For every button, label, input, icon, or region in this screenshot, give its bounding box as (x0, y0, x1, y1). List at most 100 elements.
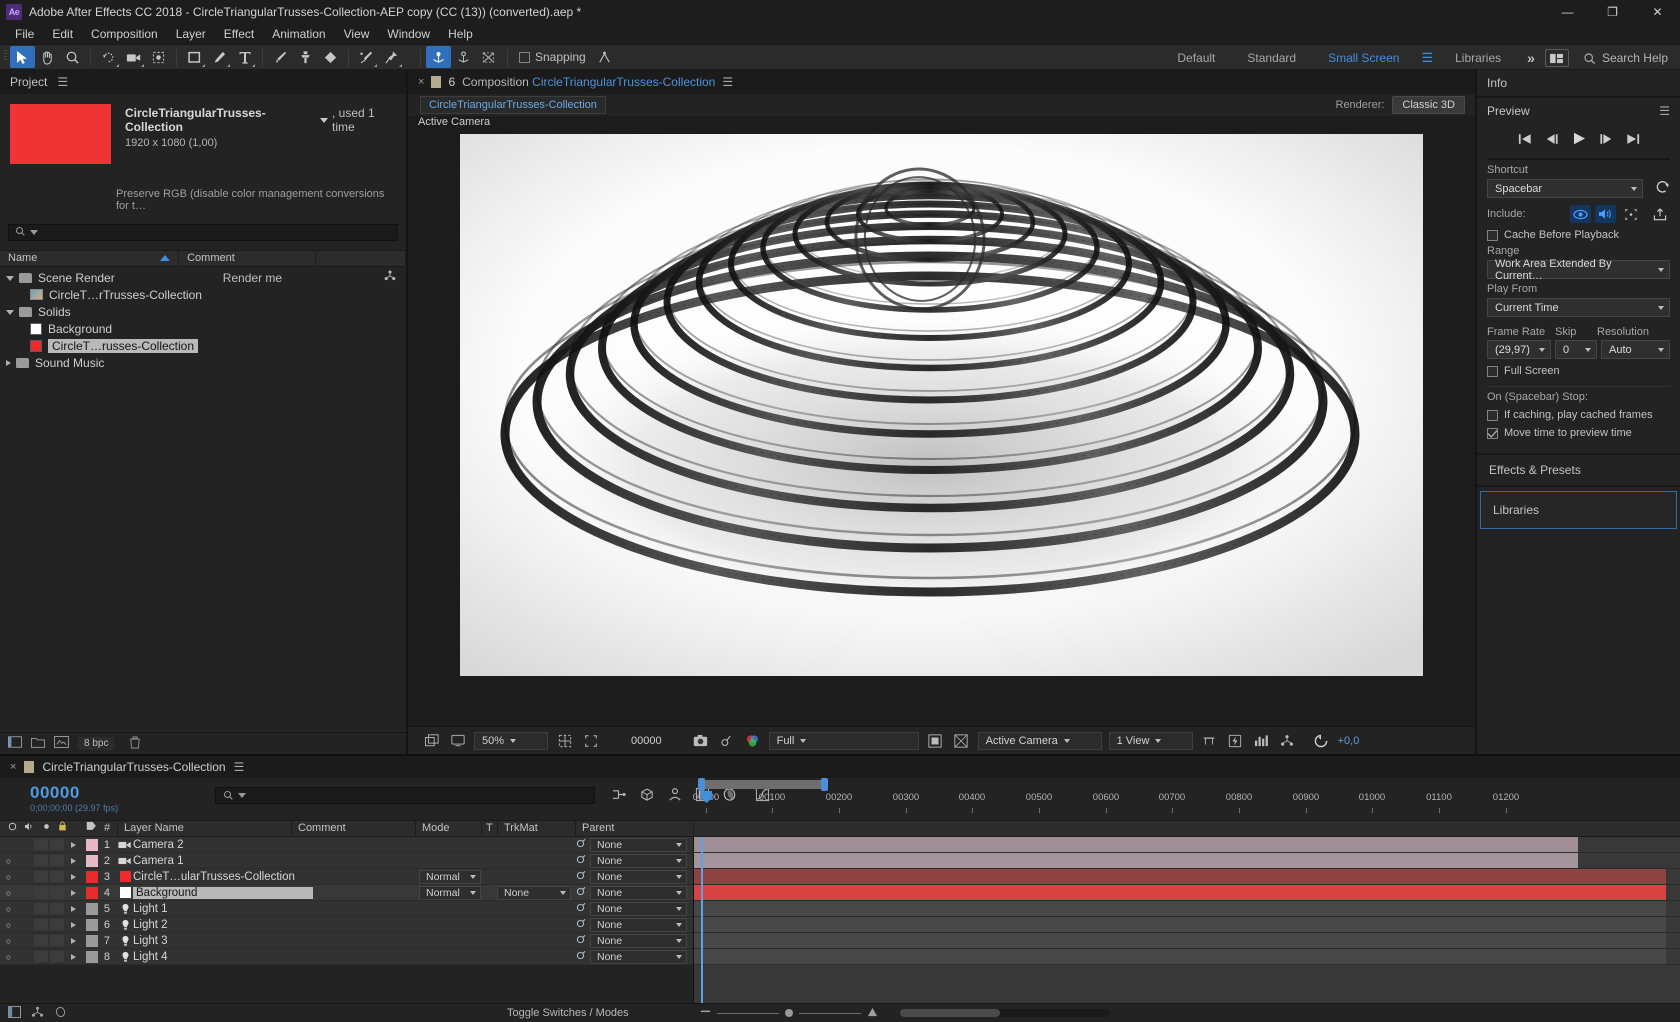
include-video-icon[interactable] (1570, 205, 1591, 223)
preview-panel-menu-icon[interactable]: ☰ (1659, 104, 1670, 118)
lock-toggle[interactable] (50, 935, 64, 946)
timeline-layer-row[interactable]: ○ 6 Light 2 None (0, 917, 693, 933)
frame-rate-select[interactable]: (29,97) (1487, 340, 1551, 359)
layer-label-color[interactable] (86, 855, 98, 867)
project-row-trusses-solid[interactable]: CircleT…russes-Collection (0, 337, 406, 354)
if-caching-row[interactable]: If caching, play cached frames (1487, 409, 1670, 421)
timeline-track-row[interactable] (694, 837, 1680, 853)
timeline-layer-row[interactable]: ○ 7 Light 3 None (0, 933, 693, 949)
timeline-ruler[interactable]: 00000 00100 00200 00300 00400 00500 0060… (694, 778, 1680, 820)
layer-name[interactable]: Light 1 (133, 903, 168, 915)
libraries-panel-tab[interactable]: Libraries (1480, 491, 1677, 529)
cache-before-playback-checkbox[interactable] (1487, 230, 1498, 241)
include-overlays-icon[interactable] (1620, 205, 1641, 223)
parent-pick-whip-icon[interactable] (575, 854, 586, 868)
timeline-track-row[interactable] (694, 869, 1680, 885)
clone-stamp-tool[interactable] (293, 46, 318, 68)
grid-guides-icon[interactable] (555, 731, 574, 750)
lock-toggle[interactable] (50, 871, 64, 882)
composition-mini-flowchart-icon[interactable] (611, 788, 627, 805)
composition-tab-label[interactable]: Composition CircleTriangularTrusses-Coll… (462, 75, 715, 89)
current-time-display[interactable]: 00000 (625, 735, 668, 747)
search-help-box[interactable]: Search Help (1575, 51, 1680, 65)
layer-name[interactable]: Light 4 (133, 951, 168, 963)
take-snapshot-icon[interactable] (691, 731, 710, 750)
video-toggle[interactable]: ○ (0, 952, 17, 962)
toggle-switches-modes-button[interactable]: Toggle Switches / Modes (507, 1007, 629, 1019)
minimize-button[interactable]: — (1545, 0, 1590, 23)
composition-panel-menu-icon[interactable]: ☰ (722, 75, 733, 89)
layer-name-column[interactable]: Layer Name (118, 820, 292, 837)
parent-pick-whip-icon[interactable] (575, 838, 586, 852)
previous-frame-button[interactable] (1545, 133, 1559, 148)
parent-select[interactable]: None (590, 950, 687, 964)
workspace-small-screen[interactable]: Small Screen (1312, 45, 1415, 71)
layer-label-color[interactable] (86, 935, 98, 947)
layer-label-color[interactable] (86, 887, 98, 899)
timeline-layer-row[interactable]: ○ 5 Light 1 None (0, 901, 693, 917)
project-row-sound-music[interactable]: Sound Music (0, 354, 406, 371)
camera-tool[interactable] (121, 46, 146, 68)
menu-effect[interactable]: Effect (215, 25, 263, 43)
solo-toggle[interactable] (34, 871, 48, 882)
layer-name[interactable]: Camera 2 (133, 839, 184, 851)
timeline-track-row[interactable] (694, 949, 1680, 965)
project-row-background[interactable]: Background (0, 320, 406, 337)
preserve-transparency-column[interactable]: T (482, 820, 498, 837)
pen-tool[interactable] (207, 46, 232, 68)
selection-tool[interactable] (10, 46, 35, 68)
menu-composition[interactable]: Composition (82, 25, 167, 43)
project-row-scene-render[interactable]: Scene Render Render me (0, 269, 406, 286)
timeline-horizontal-scrollbar[interactable] (900, 1009, 1110, 1017)
trkmat-select[interactable]: None (497, 886, 571, 900)
layer-disclosure-icon[interactable] (66, 922, 86, 928)
solo-toggle[interactable] (34, 935, 48, 946)
chevron-down-icon[interactable] (320, 118, 328, 123)
parent-select[interactable]: None (590, 918, 687, 932)
if-caching-checkbox[interactable] (1487, 410, 1498, 421)
work-area-bar[interactable] (702, 780, 827, 789)
column-extra[interactable] (316, 250, 406, 267)
menu-file[interactable]: File (6, 25, 43, 43)
parent-pick-whip-icon[interactable] (575, 902, 586, 916)
workspace-layout-icon[interactable] (1545, 49, 1569, 67)
effects-presets-panel-tab[interactable]: Effects & Presets (1477, 455, 1680, 485)
rotation-tool[interactable] (96, 46, 121, 68)
timeline-graph-icon[interactable] (1252, 731, 1271, 750)
solo-toggle[interactable] (34, 839, 48, 850)
mode-select[interactable]: Normal (419, 886, 481, 900)
layer-duration-bar[interactable] (694, 837, 1578, 852)
timeline-layer-row[interactable]: ○ 2 Camera 1 None (0, 853, 693, 869)
preview-export-icon[interactable] (1649, 205, 1670, 223)
timeline-layer-row[interactable]: ○ 4 Background Normal (0, 885, 693, 901)
comment-column[interactable]: Comment (292, 820, 416, 837)
parent-select[interactable]: None (590, 934, 687, 948)
snapping-toggle[interactable]: Snapping (519, 50, 586, 64)
project-panel-menu-icon[interactable]: ☰ (57, 75, 68, 89)
renderer-options-icon[interactable] (1278, 731, 1297, 750)
layer-name[interactable]: Light 3 (133, 935, 168, 947)
type-tool[interactable] (232, 46, 257, 68)
new-composition-icon[interactable] (8, 736, 22, 751)
view-layout-select[interactable]: 1 View (1109, 732, 1193, 750)
full-screen-checkbox[interactable] (1487, 366, 1498, 377)
video-toggle[interactable]: ○ (0, 904, 17, 914)
video-toggle[interactable]: ○ (0, 936, 17, 946)
region-of-interest-icon[interactable] (581, 731, 600, 750)
lock-toggle[interactable] (50, 951, 64, 962)
last-frame-button[interactable] (1626, 133, 1640, 148)
layer-label-color[interactable] (86, 839, 98, 851)
disclosure-triangle-icon[interactable] (6, 360, 11, 366)
timeline-track-area[interactable] (694, 837, 1680, 1003)
column-comment[interactable]: Comment (179, 250, 316, 267)
zoom-in-icon[interactable] (867, 1006, 878, 1020)
layer-duration-bar[interactable] (694, 917, 1666, 932)
search-filter-chevron-icon[interactable] (238, 793, 246, 798)
search-filter-chevron-icon[interactable] (30, 230, 38, 235)
column-name[interactable]: Name (0, 250, 179, 267)
project-row-solids[interactable]: Solids (0, 303, 406, 320)
tab-project[interactable]: Project (10, 75, 47, 89)
layer-disclosure-icon[interactable] (66, 954, 86, 960)
show-snapshot-icon[interactable] (717, 731, 736, 750)
fast-previews-icon[interactable] (1226, 731, 1245, 750)
